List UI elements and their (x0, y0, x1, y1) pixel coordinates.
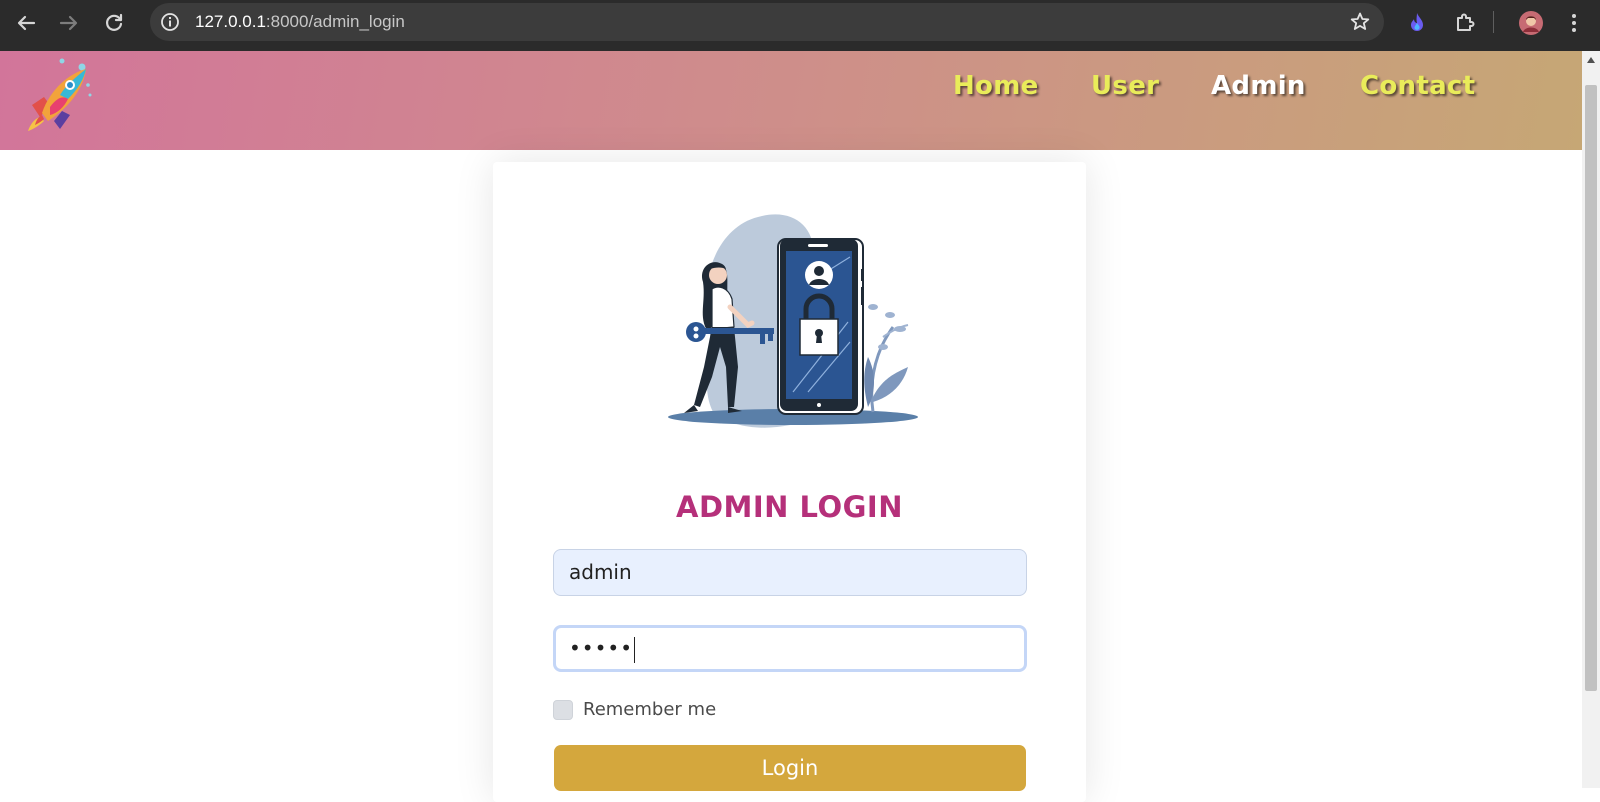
nav-user[interactable]: User (1091, 71, 1159, 111)
remember-me-checkbox[interactable] (553, 700, 573, 720)
login-button[interactable]: Login (554, 745, 1026, 791)
extension-flame-icon[interactable] (1404, 10, 1430, 36)
bookmark-star-icon[interactable] (1348, 10, 1372, 34)
password-value: ••••• (569, 636, 633, 660)
scrollbar-thumb[interactable] (1585, 85, 1597, 691)
site-header: Home User Admin Contact (0, 51, 1582, 150)
extensions-puzzle-icon[interactable] (1452, 10, 1478, 36)
address-bar[interactable]: 127.0.0.1:8000/admin_login (150, 3, 1384, 41)
page-scrollbar[interactable] (1582, 51, 1600, 788)
nav-contact[interactable]: Contact (1360, 71, 1475, 111)
reload-icon[interactable] (100, 9, 128, 37)
login-illustration (668, 207, 928, 437)
forward-icon[interactable] (55, 9, 83, 37)
url-text: 127.0.0.1:8000/admin_login (195, 3, 405, 41)
page-title: ADMIN LOGIN (676, 490, 903, 524)
text-caret (633, 636, 635, 663)
rocket-logo[interactable] (20, 55, 98, 133)
url-host: 127.0.0.1 (195, 12, 266, 31)
scroll-up-icon[interactable] (1587, 57, 1595, 63)
browser-toolbar: 127.0.0.1:8000/admin_login (0, 0, 1600, 51)
site-info-icon[interactable] (158, 10, 182, 34)
profile-avatar[interactable] (1518, 10, 1544, 36)
nav-home[interactable]: Home (953, 71, 1039, 111)
nav-admin[interactable]: Admin (1211, 71, 1306, 111)
username-input[interactable]: admin (553, 549, 1027, 596)
password-input[interactable]: ••••• (553, 625, 1027, 672)
menu-kebab-icon[interactable] (1561, 10, 1587, 36)
login-card: ADMIN LOGIN admin ••••• Remember me Logi… (493, 162, 1086, 802)
remember-me-label[interactable]: Remember me (583, 698, 716, 722)
url-path: :8000/admin_login (265, 12, 405, 31)
back-icon[interactable] (12, 9, 40, 37)
toolbar-separator (1493, 11, 1494, 33)
